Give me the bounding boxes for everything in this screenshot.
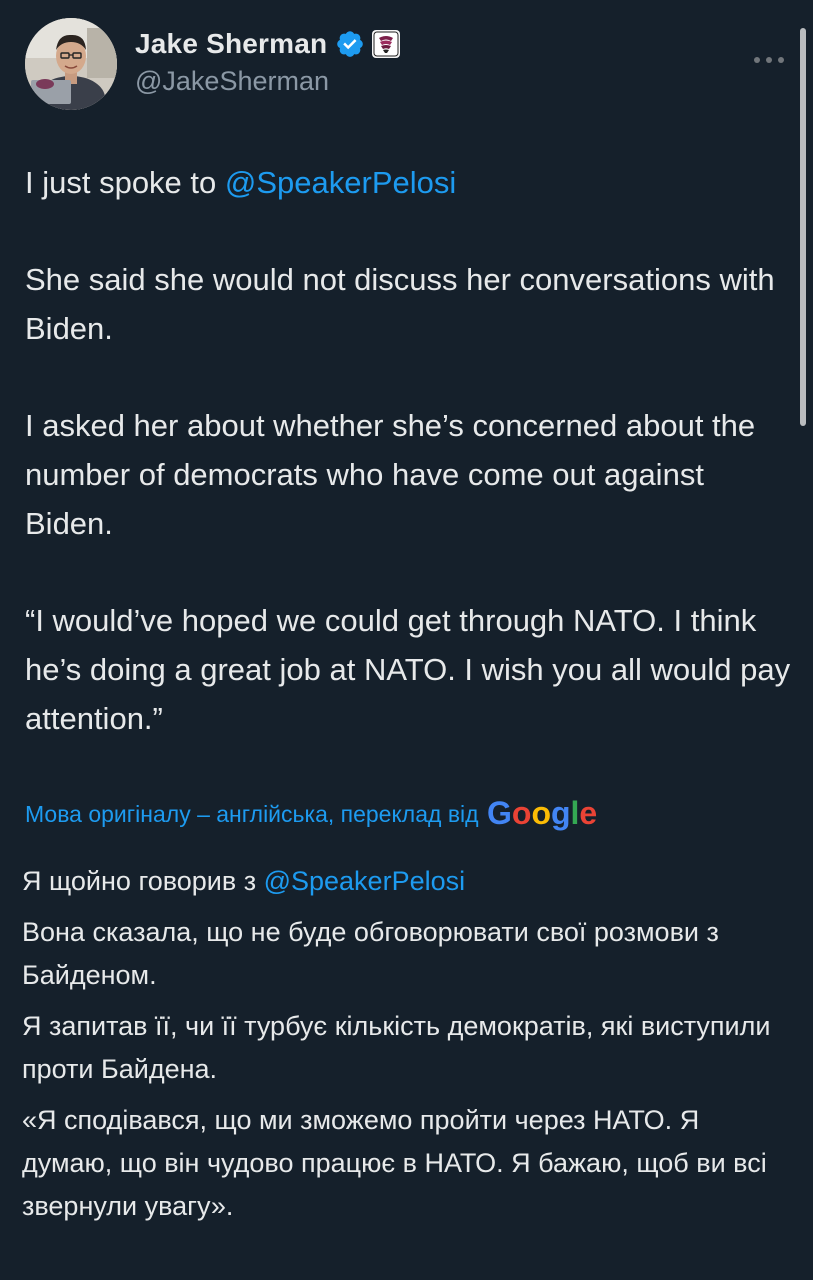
mention-link[interactable]: @SpeakerPelosi xyxy=(225,165,456,200)
verified-badge-icon[interactable] xyxy=(335,29,365,59)
google-logo: Google xyxy=(487,795,597,831)
translated-text: Я щойно говорив з @SpeakerPelosi Вона ск… xyxy=(22,860,792,1236)
translation-note[interactable]: Мова оригіналу – англійська, переклад ві… xyxy=(25,792,597,836)
translation-paragraph-3: Я запитав її, чи її турбує кількість дем… xyxy=(22,1011,771,1084)
more-options-icon[interactable] xyxy=(749,52,789,68)
translation-note-label: Мова оригіналу – англійська, переклад ві… xyxy=(25,800,479,827)
avatar-photo xyxy=(25,18,117,110)
tweet-paragraph-1: I just spoke to @SpeakerPelosi xyxy=(25,165,457,200)
affiliate-badge-icon[interactable] xyxy=(371,29,401,59)
translation-paragraph-1: Я щойно говорив з @SpeakerPelosi xyxy=(22,866,466,896)
tweet-text: I just spoke to @SpeakerPelosi She said … xyxy=(25,158,795,743)
avatar[interactable] xyxy=(25,18,117,110)
scrollbar[interactable] xyxy=(800,28,806,426)
author-name-row: Jake Sherman xyxy=(135,24,401,64)
tweet-paragraph-3: I asked her about whether she’s concerne… xyxy=(25,408,756,541)
tweet-paragraph-4: “I would’ve hoped we could get through N… xyxy=(25,603,791,736)
author-handle[interactable]: @JakeSherman xyxy=(135,66,329,97)
tweet-paragraph-2: She said she would not discuss her conve… xyxy=(25,262,775,346)
translation-paragraph-4: «Я сподівався, що ми зможемо пройти чере… xyxy=(22,1105,767,1221)
author-name[interactable]: Jake Sherman xyxy=(135,28,327,60)
svg-text:Google: Google xyxy=(487,795,597,831)
tweet-header: Jake Sherman @JakeSherman xyxy=(25,18,785,118)
translation-paragraph-2: Вона сказала, що не буде обговорювати св… xyxy=(22,917,719,990)
translation-mention-link[interactable]: @SpeakerPelosi xyxy=(264,866,466,896)
